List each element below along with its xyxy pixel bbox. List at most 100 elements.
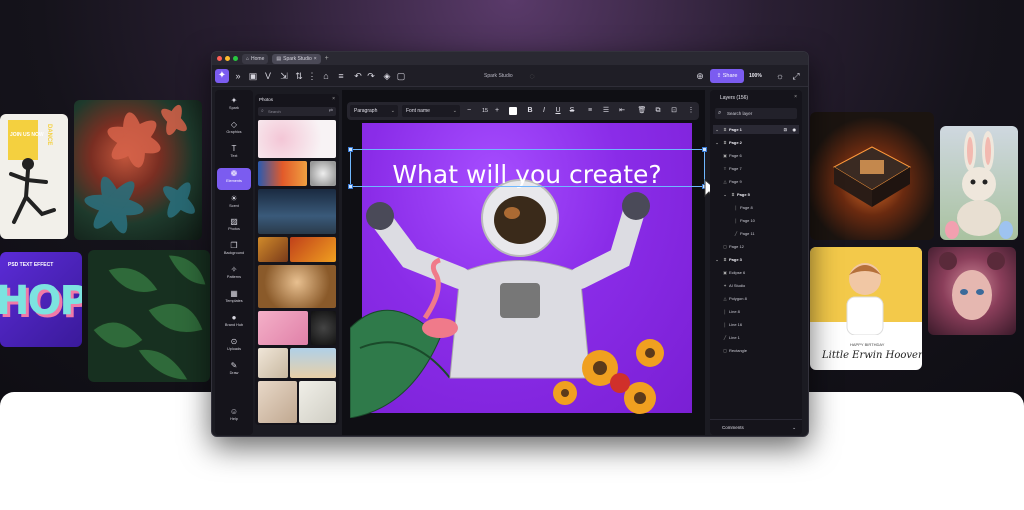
font-name-select[interactable]: Font name ⌄ — [402, 105, 460, 117]
photo-thumb-flowers[interactable] — [258, 348, 288, 378]
increase-font-size-icon[interactable]: + — [492, 105, 502, 117]
rail-item-elements[interactable]: ❁ Elements — [217, 168, 251, 190]
photo-thumb-leaves[interactable] — [290, 237, 336, 262]
fullscreen-icon[interactable]: ⤢ — [790, 70, 802, 82]
new-tab-button[interactable]: + — [325, 55, 329, 62]
minimize-window-button[interactable] — [225, 56, 230, 61]
tab-home[interactable]: ⌂ Home — [242, 53, 269, 64]
photo-thumb-lighthouse[interactable] — [258, 189, 336, 234]
close-window-button[interactable] — [217, 56, 222, 61]
rail-item-scent[interactable]: ☀ Scent — [217, 193, 251, 215]
zoom-level[interactable]: 100% — [749, 73, 762, 79]
close-tab-icon[interactable]: × — [314, 56, 317, 62]
photo-thumb-graduate[interactable] — [258, 265, 336, 308]
delete-icon[interactable]: 🗑 — [637, 105, 647, 117]
layer-row-page-6[interactable]: ▣ Page 6 — [721, 151, 742, 160]
photos-search-input[interactable]: ⌕ Search ⇄ — [258, 107, 336, 116]
layer-row-page-8[interactable]: │ Page 8 — [732, 203, 753, 212]
close-icon[interactable]: × — [332, 96, 335, 102]
close-icon[interactable]: × — [794, 94, 797, 100]
layer-row-page-11[interactable]: ╱ Page 11 — [732, 229, 755, 238]
undo-icon[interactable]: ↶ — [352, 70, 364, 82]
bold-icon[interactable]: B — [525, 105, 535, 117]
rail-item-uploads[interactable]: ⊙ Uploads — [217, 336, 251, 358]
underline-icon[interactable]: U — [553, 105, 563, 117]
photo-thumb-marble[interactable] — [299, 381, 336, 423]
align-center-icon[interactable]: ≡ — [585, 105, 595, 117]
more-vertical-icon[interactable]: ⋮ — [306, 70, 318, 82]
rail-item-photos[interactable]: ▨ Photos — [217, 216, 251, 238]
layer-row-page-7[interactable]: T Page 7 — [721, 164, 742, 173]
rail-item-draw[interactable]: ✎ Draw — [217, 360, 251, 382]
layers-search-input[interactable]: ⌕ Search layer — [715, 108, 797, 119]
rail-item-graphics[interactable]: ◇ Graphics — [217, 119, 251, 141]
astronaut-artwork[interactable] — [350, 178, 705, 418]
layer-row-page-1[interactable]: ⌄ ⌗ Page 1 ⊡ ◉ — [713, 125, 799, 134]
resize-handle[interactable] — [702, 147, 707, 152]
photo-thumb-butterfly[interactable] — [258, 161, 307, 186]
photo-thumb-beach[interactable] — [290, 348, 336, 378]
resize-handle[interactable] — [348, 184, 353, 189]
app-logo-button[interactable]: ✦ — [215, 69, 229, 83]
vector-icon[interactable]: V — [262, 70, 274, 82]
home-icon[interactable]: ⌂ — [320, 70, 332, 82]
comments-section[interactable]: Comments ⌄ — [710, 419, 802, 435]
maximize-window-button[interactable] — [233, 56, 238, 61]
more-options-icon[interactable]: ⋮ — [686, 105, 696, 117]
rail-item-text[interactable]: T Text — [217, 143, 251, 165]
layer-row-page-12[interactable]: ▢ Page 12 — [721, 242, 744, 251]
paragraph-style-select[interactable]: Paragraph ⌄ — [350, 105, 398, 117]
visibility-eye-icon[interactable]: ◉ — [793, 125, 797, 134]
layer-row-page-10[interactable]: │ Page 10 — [732, 216, 755, 225]
photo-thumb-autumn[interactable] — [258, 237, 288, 262]
rail-item-brand-hub[interactable]: ● Brand Hub — [217, 312, 251, 334]
design-artboard[interactable]: What will you create? — [348, 123, 720, 418]
italic-icon[interactable]: I — [539, 105, 549, 117]
rail-item-background[interactable]: ❐ Background — [217, 240, 251, 262]
photo-thumb-camera[interactable] — [311, 311, 336, 345]
expand-icon[interactable]: » — [232, 70, 244, 82]
layers-icon[interactable]: ◈ — [381, 70, 393, 82]
rail-item-spark[interactable]: ✦ Spark — [217, 95, 251, 117]
frame-icon[interactable]: ▣ — [247, 70, 259, 82]
layer-row-polygon-8[interactable]: △ Polygon 8 — [721, 294, 746, 303]
lock-icon[interactable]: ⊡ — [669, 105, 679, 117]
layer-row-rectangle[interactable]: ▢ Rectangle — [721, 346, 747, 355]
text-color-swatch[interactable] — [509, 107, 517, 115]
photo-thumb-love[interactable] — [258, 311, 308, 345]
resize-handle[interactable] — [348, 147, 353, 152]
rail-item-help[interactable]: ☺ Help — [217, 406, 251, 428]
sort-icon[interactable]: ⇅ — [293, 70, 305, 82]
layer-row-page-2[interactable]: ⌄ ⌗ Page 2 — [713, 138, 742, 147]
menu-icon[interactable]: ≡ — [335, 70, 347, 82]
document-title[interactable]: Spark Studio — [484, 73, 513, 79]
lock-icon[interactable]: ⊡ — [784, 125, 787, 134]
photo-thumb-cherry-blossom[interactable] — [258, 120, 336, 158]
photo-thumb-cat[interactable] — [310, 161, 336, 186]
add-collaborator-icon[interactable]: ⊕ — [694, 70, 706, 82]
comment-icon[interactable]: ▢ — [395, 70, 407, 82]
rail-item-patterns[interactable]: ✧ Patterns — [217, 264, 251, 286]
tab-spark-studio[interactable]: ▤ Spark Studio × — [272, 53, 321, 64]
filter-icon[interactable]: ⇄ — [329, 107, 333, 116]
indent-icon[interactable]: ⇤ — [617, 105, 627, 117]
layer-row-line-1[interactable]: ╱ Line 1 — [721, 333, 740, 342]
layer-row-ai-studio[interactable]: ✦ AI Studio — [721, 281, 745, 290]
redo-icon[interactable]: ↷ — [365, 70, 377, 82]
decrease-font-size-icon[interactable]: − — [464, 105, 474, 117]
layer-row-eclipse-6[interactable]: ▣ Eclipse 6 — [721, 268, 745, 277]
layer-row-line-16[interactable]: │ Line 16 — [721, 320, 742, 329]
layer-row-page-5[interactable]: ⌄ ⌗ Page 5 — [721, 190, 750, 199]
photo-thumb-bouquet[interactable] — [258, 381, 297, 423]
settings-gear-icon[interactable]: ☼ — [774, 70, 786, 82]
share-button[interactable]: ⇪ Share — [710, 69, 744, 83]
bullet-list-icon[interactable]: ☰ — [601, 105, 611, 117]
layer-row-line-8[interactable]: │ Line 8 — [721, 307, 740, 316]
layer-row-page-9[interactable]: △ Page 9 — [721, 177, 741, 186]
selection-box[interactable] — [348, 147, 707, 189]
strikethrough-icon[interactable]: S — [567, 105, 577, 117]
resize-icon[interactable]: ⇲ — [278, 70, 290, 82]
font-size-input[interactable]: 15 — [482, 108, 488, 114]
layer-row-page-3[interactable]: ⌄ ⌗ Page 3 — [713, 255, 742, 264]
copy-icon[interactable]: ⧉ — [653, 105, 663, 117]
